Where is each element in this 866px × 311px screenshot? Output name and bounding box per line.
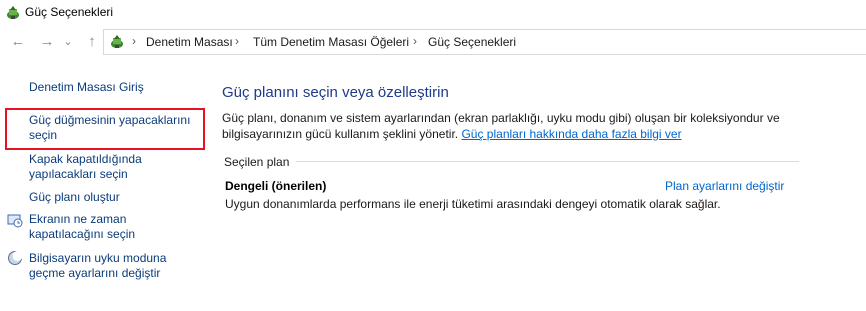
breadcrumb-control-panel[interactable]: Denetim Masası [146, 35, 233, 49]
page-title: Güç planını seçin veya özelleştirin [222, 84, 449, 101]
page-description: Güç planı, donanım ve sistem ayarlarında… [222, 110, 780, 142]
sidebar-item-label: geçme ayarlarını değiştir [29, 266, 161, 280]
plan-description: Uygun donanımlarda performans ile enerji… [225, 197, 721, 211]
breadcrumb-all-items[interactable]: Tüm Denetim Masası Öğeleri [253, 35, 409, 49]
breadcrumb-separator-icon[interactable]: › [413, 34, 417, 48]
sidebar-item-label: Güç düğmesinin yapacaklarını [29, 113, 191, 127]
group-divider [296, 161, 799, 162]
recent-locations-chevron-icon[interactable]: ⌄ [62, 33, 74, 51]
title-bar: Güç Seçenekleri [0, 0, 866, 26]
sidebar-item-label: seçin [29, 128, 58, 142]
more-info-link[interactable]: Güç planları hakkında daha fazla bilgi v… [461, 127, 681, 141]
moon-sleep-icon [8, 251, 23, 265]
power-options-icon [7, 6, 19, 19]
back-arrow-icon[interactable]: ← [9, 33, 27, 51]
sidebar-home-link[interactable]: Denetim Masası Giriş [29, 80, 144, 95]
sidebar-item-sleep-settings[interactable]: Bilgisayarın uyku moduna geçme ayarların… [29, 251, 166, 281]
window-title: Güç Seçenekleri [25, 5, 114, 19]
breadcrumb-power-options[interactable]: Güç Seçenekleri [428, 35, 516, 49]
sidebar-item-display-off[interactable]: Ekranın ne zaman kapatılacağını seçin [29, 212, 135, 242]
sidebar-item-create-plan[interactable]: Güç planı oluştur [29, 190, 120, 205]
sidebar-item-label: kapatılacağını seçin [29, 227, 136, 241]
breadcrumb-separator-icon[interactable]: › [132, 34, 136, 48]
address-bar[interactable]: › Denetim Masası › Tüm Denetim Masası Öğ… [103, 29, 866, 55]
navigation-bar: ← → ⌄ ↑ › Denetim Masası › Tüm Denetim M… [0, 27, 866, 57]
sidebar-item-lid-close[interactable]: Kapak kapatıldığında yapılacakları seçin [29, 152, 142, 182]
monitor-clock-icon [7, 214, 23, 228]
description-line: Güç planı, donanım ve sistem ayarlarında… [222, 111, 780, 125]
change-plan-settings-link[interactable]: Plan ayarlarını değiştir [665, 179, 784, 193]
selected-plan-group-label: Seçilen plan [224, 155, 290, 169]
sidebar-item-power-button[interactable]: Güç düğmesinin yapacaklarını seçin [29, 113, 190, 143]
description-line-2: bilgisayarınızın gücü kullanım şeklini y… [222, 126, 780, 142]
description-text: bilgisayarınızın gücü kullanım şeklini y… [222, 127, 459, 141]
sidebar-item-label: Ekranın ne zaman [29, 212, 127, 226]
forward-arrow-icon[interactable]: → [38, 33, 56, 51]
plan-name[interactable]: Dengeli (önerilen) [225, 179, 326, 193]
power-options-icon [111, 35, 123, 48]
sidebar-item-label: yapılacakları seçin [29, 167, 128, 181]
sidebar-item-label: Kapak kapatıldığında [29, 152, 142, 166]
sidebar-item-label: Güç planı oluştur [29, 190, 120, 204]
up-arrow-icon[interactable]: ↑ [83, 33, 101, 51]
breadcrumb-separator-icon[interactable]: › [235, 34, 239, 48]
sidebar-item-label: Bilgisayarın uyku moduna [29, 251, 167, 265]
